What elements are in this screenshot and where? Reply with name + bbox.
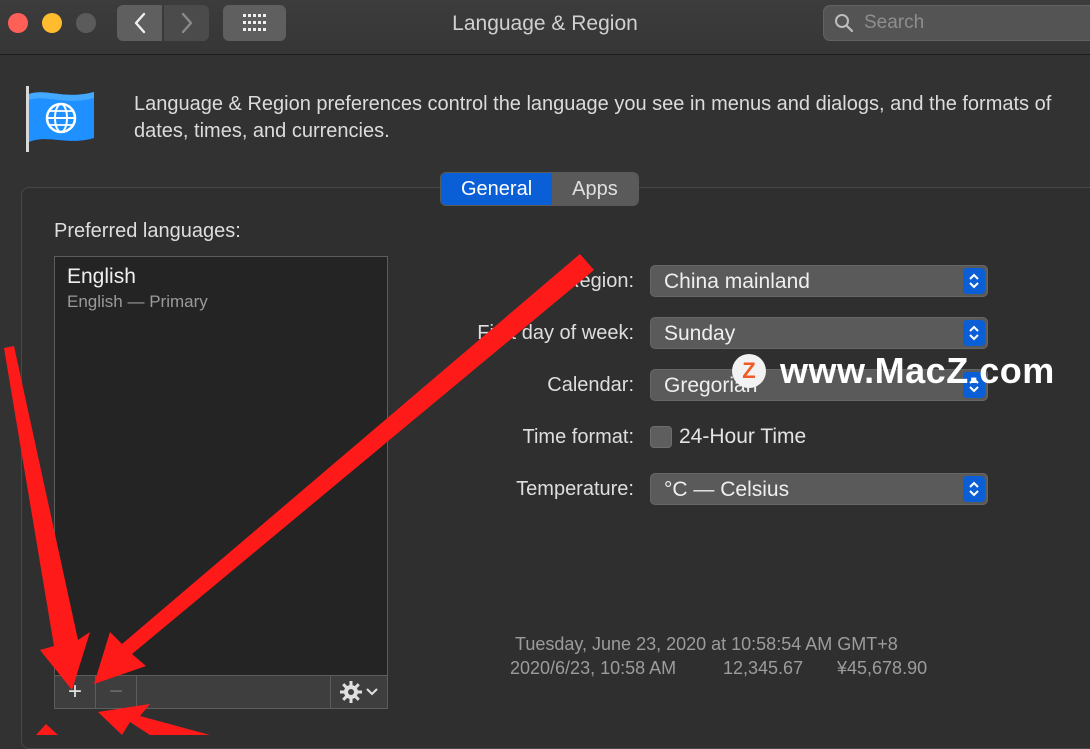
- search-input[interactable]: [862, 11, 1066, 35]
- pane-description: Language & Region preferences control th…: [134, 93, 1052, 142]
- tab-general[interactable]: General: [441, 173, 553, 205]
- language-options-button[interactable]: [330, 676, 387, 708]
- preferred-languages-heading: Preferred languages:: [54, 220, 241, 242]
- remove-language-button[interactable]: −: [96, 676, 137, 708]
- watermark: Z www.MacZ.com: [732, 350, 1055, 392]
- language-name: English: [67, 265, 136, 288]
- tab-apps[interactable]: Apps: [552, 173, 638, 205]
- region-label: Region:: [565, 270, 634, 292]
- sample-number: 12,345.67: [723, 658, 804, 678]
- language-list-toolbar: + −: [54, 675, 388, 709]
- title-bar: Language & Region: [0, 0, 1090, 55]
- search-icon: [835, 14, 854, 33]
- temperature-popup[interactable]: °C — Celsius: [650, 473, 988, 505]
- first-day-value: Sunday: [664, 322, 736, 345]
- sample-long-date: Tuesday, June 23, 2020 at 10:58:54 AM GM…: [515, 634, 898, 654]
- popup-arrows-icon: [963, 320, 985, 346]
- sample-currency: ¥45,678.90: [837, 658, 928, 678]
- watermark-text: www.MacZ.com: [780, 350, 1055, 391]
- popup-arrows-icon: [963, 476, 985, 502]
- first-day-label: First day of week:: [477, 322, 634, 344]
- 24-hour-time-label[interactable]: 24-Hour Time: [679, 425, 806, 449]
- time-format-label: Time format:: [522, 426, 635, 448]
- 24-hour-time-checkbox[interactable]: [650, 426, 672, 448]
- temperature-label: Temperature:: [516, 478, 634, 500]
- language-subtitle: English — Primary: [67, 292, 208, 311]
- popup-arrows-icon: [963, 268, 985, 294]
- sample-short-date: 2020/6/23, 10:58 AM: [510, 658, 677, 678]
- region-popup[interactable]: China mainland: [650, 265, 988, 297]
- region-value: China mainland: [664, 270, 810, 293]
- temperature-value: °C — Celsius: [664, 478, 790, 501]
- language-list[interactable]: English English — Primary: [54, 256, 388, 676]
- search-field[interactable]: [823, 5, 1090, 41]
- gear-icon: [340, 681, 362, 703]
- tab-control: General Apps: [440, 172, 639, 206]
- add-language-button[interactable]: +: [55, 676, 96, 708]
- language-flag-icon: [26, 86, 94, 152]
- calendar-label: Calendar:: [547, 374, 634, 396]
- first-day-popup[interactable]: Sunday: [650, 317, 988, 349]
- chevron-down-icon: [366, 688, 378, 696]
- watermark-logo-icon: Z: [732, 354, 766, 388]
